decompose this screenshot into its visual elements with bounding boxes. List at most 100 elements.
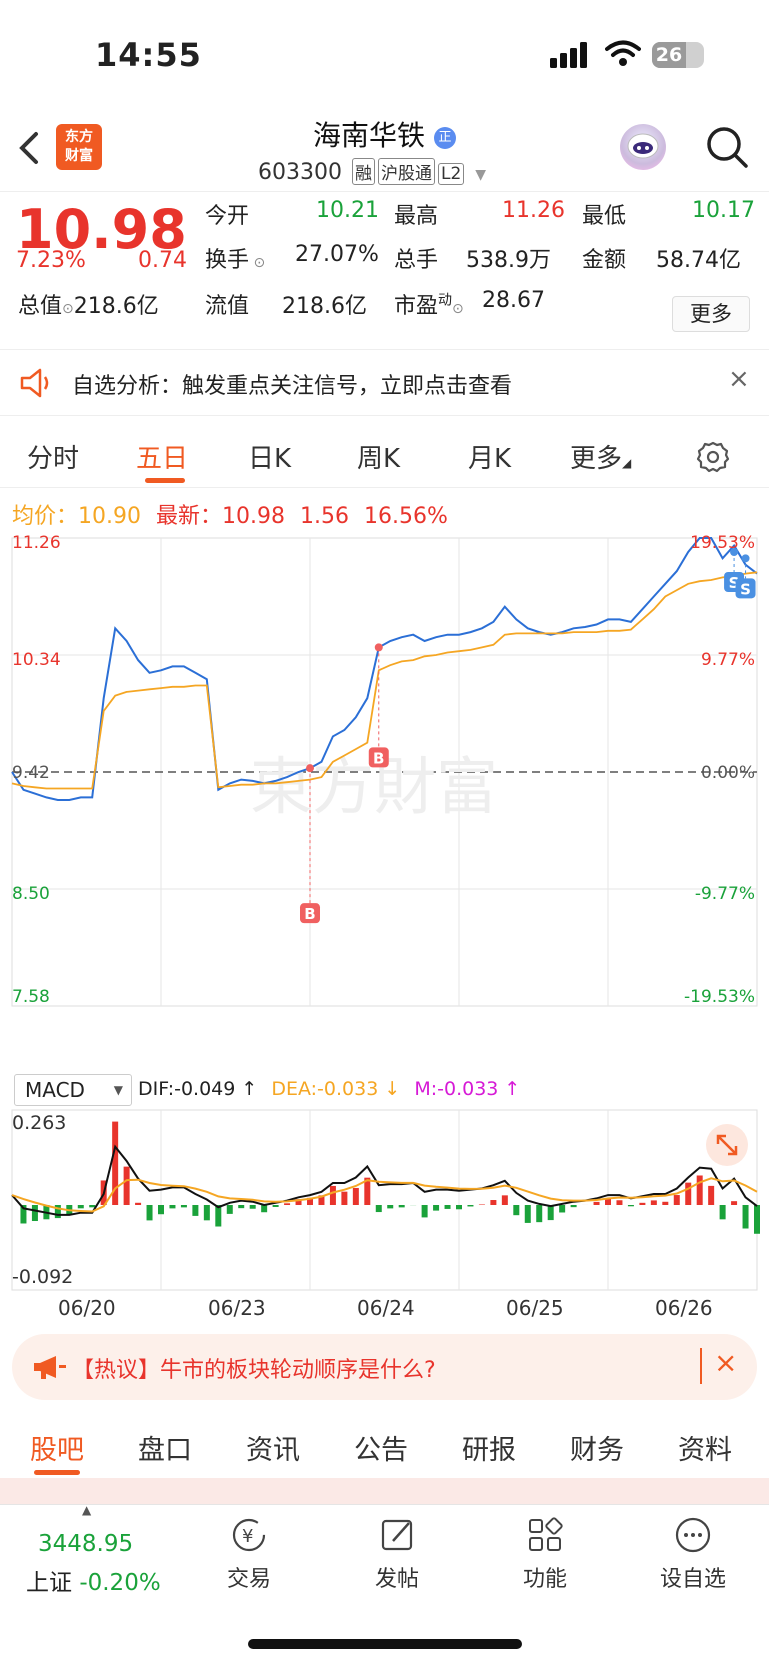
macd-bar — [398, 1205, 405, 1208]
y-tick-label: 8.50 — [12, 884, 50, 904]
macd-bar — [249, 1205, 256, 1209]
trade-button[interactable]: ¥ 交易 — [204, 1515, 294, 1593]
turnover-value: 27.07% — [295, 242, 379, 267]
macd-bar — [238, 1205, 245, 1209]
tab-research[interactable]: 研报 — [462, 1428, 516, 1467]
pct-change: 7.23% — [16, 248, 86, 273]
macd-bar — [192, 1205, 199, 1216]
tab-announcements[interactable]: 公告 — [354, 1428, 408, 1467]
y-tick-label-pct: 19.53% — [690, 533, 755, 553]
tab-monthly-k[interactable]: 月K — [468, 438, 511, 475]
macd-bar — [731, 1201, 738, 1205]
macd-bar — [375, 1205, 382, 1213]
macd-bar — [123, 1166, 130, 1205]
set-watchlist-button[interactable]: 设自选 — [648, 1515, 738, 1593]
set-watchlist-label: 设自选 — [659, 1567, 726, 1592]
stock-code-row[interactable]: 603300 融沪股通 L2 ▼ — [258, 158, 486, 185]
status-time: 14:55 — [95, 36, 202, 74]
functions-button[interactable]: 功能 — [500, 1515, 590, 1593]
caret-up-icon: ▲ — [82, 1503, 92, 1517]
stock-name: 海南华铁 — [313, 119, 426, 152]
content-tabs: 股吧 盘口 资讯 公告 研报 财务 资料 — [0, 1410, 769, 1478]
more-circle-icon — [675, 1517, 711, 1553]
macd-bar — [180, 1205, 187, 1208]
macd-top-label: 0.263 — [12, 1112, 67, 1134]
index-pct: -0.20% — [79, 1570, 161, 1596]
macd-bar — [456, 1205, 462, 1210]
svg-text:¥: ¥ — [242, 1526, 253, 1547]
trade-label: 交易 — [226, 1567, 271, 1592]
tab-more[interactable]: 更多◢ — [570, 438, 631, 475]
macd-bar — [89, 1205, 96, 1208]
index-value: 3448.95 — [38, 1531, 134, 1557]
five-day-chart[interactable]: 東方財富 11.2610.349.428.507.5819.53%9.77%0.… — [0, 530, 769, 1300]
assistant-avatar[interactable] — [620, 124, 666, 170]
avg-label: 均价： — [12, 504, 79, 529]
tab-intraday[interactable]: 分时 — [27, 438, 79, 475]
macd-bar — [77, 1205, 84, 1209]
tab-profile[interactable]: 资料 — [678, 1428, 732, 1467]
analysis-alert[interactable]: 自选分析：触发重点关注信号，立即点击查看 × — [0, 350, 769, 416]
yen-cycle-icon: ¥ — [232, 1518, 266, 1552]
tab-financials[interactable]: 财务 — [570, 1428, 624, 1467]
macd-bar — [135, 1202, 142, 1205]
signal-label: S — [740, 580, 751, 598]
macd-bar — [387, 1205, 394, 1209]
date-label: 06/25 — [506, 1296, 564, 1320]
y-tick-label: 9.42 — [12, 763, 50, 783]
megaphone-icon — [34, 1356, 66, 1379]
tab-five-day[interactable]: 五日 — [136, 438, 188, 475]
expand-button[interactable] — [706, 1124, 748, 1166]
macd-bar — [662, 1201, 669, 1205]
macd-bar — [673, 1195, 680, 1205]
y-tick-label: 10.34 — [12, 650, 61, 670]
macd-bar — [478, 1204, 485, 1205]
latest-pct: 16.56% — [363, 504, 448, 529]
macd-bar — [158, 1205, 164, 1215]
price-change: 0.74 — [138, 248, 187, 273]
close-icon[interactable]: × — [728, 364, 750, 394]
macd-bar — [146, 1205, 153, 1221]
cellular-signal-icon — [550, 42, 587, 68]
content-preview-strip — [0, 1478, 769, 1504]
macd-bar — [513, 1205, 520, 1216]
macd-bar — [433, 1205, 440, 1211]
signal-point — [306, 764, 314, 773]
hot-topic-banner[interactable]: 【热议】牛市的板块轮动顺序是什么? × — [12, 1334, 757, 1400]
macd-bar — [329, 1185, 336, 1205]
alert-text: 自选分析：触发重点关注信号，立即点击查看 — [72, 374, 513, 399]
tab-news[interactable]: 资讯 — [246, 1428, 300, 1467]
low-label: 最低 — [582, 204, 627, 229]
hot-topic-text: 【热议】牛市的板块轮动顺序是什么? — [72, 1358, 436, 1383]
level2-tag: L2 — [437, 163, 465, 185]
divider — [700, 1348, 702, 1384]
speaker-icon — [20, 368, 49, 398]
macd-bar — [719, 1205, 726, 1220]
macd-bar — [754, 1205, 760, 1234]
more-quote-button[interactable]: 更多 — [672, 296, 750, 332]
close-icon[interactable]: × — [714, 1346, 737, 1379]
search-button[interactable] — [704, 124, 750, 170]
tab-orderbook[interactable]: 盘口 — [138, 1428, 192, 1467]
tab-forum[interactable]: 股吧 — [30, 1428, 84, 1467]
index-ticker[interactable]: ▲ 3448.95 上证 -0.20% — [0, 1503, 180, 1605]
y-tick-label: 11.26 — [12, 533, 61, 553]
settings-gear-icon[interactable] — [696, 440, 730, 474]
macd-bar — [169, 1205, 176, 1209]
macd-bar — [616, 1200, 623, 1205]
macd-bar — [650, 1200, 657, 1205]
volume-label: 总手 — [394, 248, 439, 273]
latest-change: 1.56 — [300, 504, 349, 529]
indicator-select[interactable]: MACD ▼ — [14, 1074, 132, 1106]
macd-bar — [639, 1202, 646, 1205]
m-value: M:-0.033 — [414, 1078, 499, 1100]
date-label: 06/23 — [208, 1296, 266, 1320]
macd-bar — [284, 1203, 291, 1205]
post-button[interactable]: 发帖 — [352, 1515, 442, 1593]
macd-bar — [31, 1205, 38, 1222]
macd-bar — [536, 1205, 543, 1223]
edit-icon — [381, 1519, 413, 1551]
tab-weekly-k[interactable]: 周K — [357, 438, 400, 475]
tab-daily-k[interactable]: 日K — [248, 438, 291, 475]
macd-bar — [685, 1182, 692, 1205]
